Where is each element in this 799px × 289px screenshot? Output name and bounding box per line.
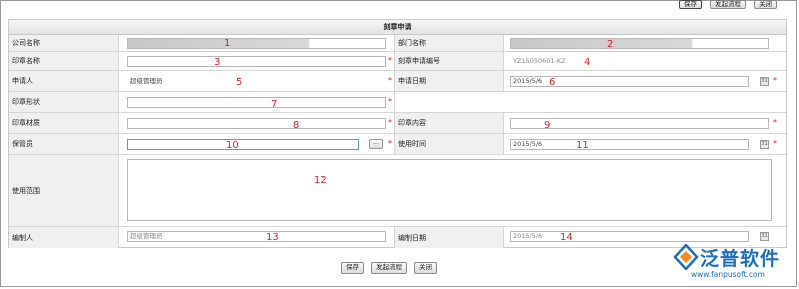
annotation-6: 6 (549, 77, 556, 88)
annotation-3: 3 (214, 57, 221, 68)
calendar-icon: 31 (760, 232, 769, 241)
required-mark: * (773, 139, 777, 148)
department-field[interactable] (510, 38, 769, 49)
annotation-12: 12 (314, 175, 327, 186)
use-time-input[interactable]: 2015/5/6 (510, 139, 749, 150)
logo-url: www.fanpusoft.com (691, 270, 765, 279)
annotation-8: 8 (293, 120, 300, 131)
top-save-button[interactable]: 保存 (679, 0, 702, 9)
bottom-toolbar: 保存 发起流程 关闭 (341, 262, 437, 274)
seal-material-label: 印章材质 (9, 113, 119, 133)
close-button[interactable]: 关闭 (414, 262, 437, 274)
preparer-label: 编制人 (9, 227, 119, 248)
logo-icon (673, 244, 699, 270)
watermark-logo: 泛普软件 www.fanpusoft.com (673, 244, 791, 284)
form-row-seal-material: 印章材质 8 * 印章内容 9 * (9, 113, 786, 134)
company-label: 公司名称 (9, 35, 119, 51)
required-mark: * (388, 139, 392, 148)
top-toolbar: 保存 发起流程 关闭 (679, 0, 777, 10)
department-label: 部门名称 (394, 35, 504, 51)
use-time-label: 使用时间 (394, 134, 504, 154)
prepare-date-value: 2015/5/6 (510, 231, 749, 242)
required-mark: * (773, 118, 777, 127)
form-row-scope: 使用范围 12 (9, 155, 786, 227)
form-row-seal-shape: 印章形状 7 * (9, 92, 786, 113)
preparer-value: 超级管理员 (127, 231, 386, 242)
annotation-1: 1 (224, 38, 231, 49)
company-field[interactable] (127, 38, 386, 49)
seal-name-label: 印章名称 (9, 52, 119, 70)
annotation-9: 9 (544, 120, 551, 131)
annotation-14: 14 (560, 232, 573, 243)
annotation-11: 11 (576, 140, 589, 151)
annotation-5: 5 (236, 77, 243, 88)
required-mark: * (388, 118, 392, 127)
scope-label: 使用范围 (9, 155, 119, 226)
apply-date-input[interactable]: 2015/5/6 (510, 76, 749, 87)
prepare-date-label: 编制日期 (394, 227, 504, 248)
scope-textarea[interactable] (127, 159, 772, 221)
annotation-7: 7 (271, 99, 278, 110)
column-divider (394, 92, 395, 112)
annotation-2: 2 (607, 39, 614, 50)
required-mark: * (388, 97, 392, 106)
apply-date-label: 申请日期 (394, 71, 504, 91)
calendar-icon[interactable]: 31 (760, 77, 769, 86)
top-start-flow-button[interactable]: 发起流程 (710, 0, 746, 9)
form-row-custodian: 保管员 10 ... * 使用时间 2015/5/6 11 31 * (9, 134, 786, 155)
logo-name: 泛普软件 (700, 248, 781, 270)
request-number-value: YZ15050601-KZ (513, 57, 566, 65)
top-close-button[interactable]: 关闭 (754, 0, 777, 9)
custodian-input[interactable] (127, 139, 359, 150)
seal-shape-label: 印章形状 (9, 92, 119, 112)
required-mark: * (388, 56, 392, 65)
seal-request-form: 刻章申请 公司名称 1 部门名称 2 印章名称 3 * 刻章申请编号 YZ150… (8, 19, 787, 248)
form-title: 刻章申请 (9, 20, 786, 35)
form-row-applicant: 申请人 超级管理员 5 * 申请日期 2015/5/6 6 31 * (9, 71, 786, 92)
save-button[interactable]: 保存 (341, 262, 364, 274)
custodian-label: 保管员 (9, 134, 119, 154)
required-mark: * (388, 76, 392, 85)
start-flow-button[interactable]: 发起流程 (371, 262, 407, 274)
seal-shape-input[interactable] (127, 97, 386, 108)
form-row-preparer: 编制人 超级管理员 13 编制日期 2015/5/6 14 31 (9, 227, 786, 248)
seal-material-input[interactable] (127, 118, 386, 129)
required-mark: * (773, 76, 777, 85)
applicant-label: 申请人 (9, 71, 119, 91)
seal-name-input[interactable] (127, 56, 386, 67)
form-row-company: 公司名称 1 部门名称 2 (9, 35, 786, 52)
annotation-10: 10 (226, 140, 239, 151)
annotation-13: 13 (266, 232, 279, 243)
form-row-seal-name: 印章名称 3 * 刻章申请编号 YZ15050601-KZ 4 (9, 52, 786, 71)
seal-content-label: 印章内容 (394, 113, 504, 133)
annotation-4: 4 (584, 57, 591, 68)
custodian-browse-button[interactable]: ... (369, 139, 383, 149)
request-number-label: 刻章申请编号 (394, 52, 504, 70)
applicant-value: 超级管理员 (127, 76, 386, 87)
calendar-icon[interactable]: 31 (760, 140, 769, 149)
